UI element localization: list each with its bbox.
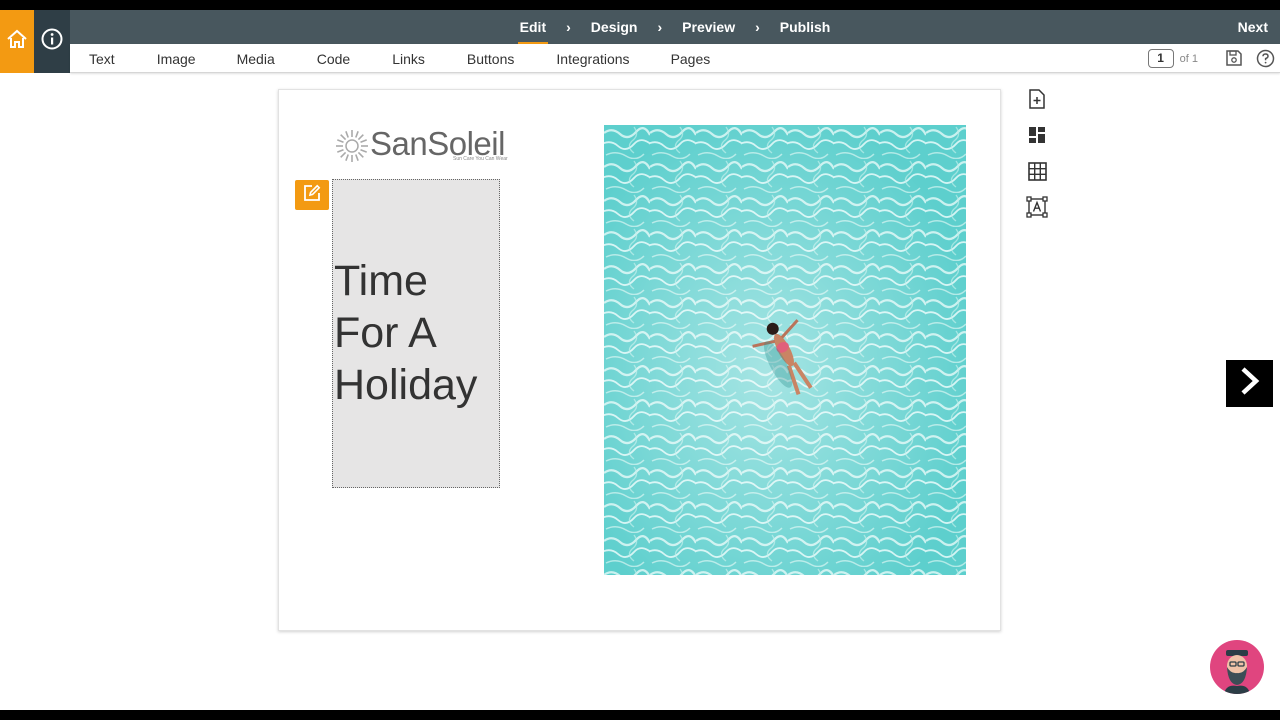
tool-image[interactable]: Image	[157, 51, 196, 67]
edit-text-button[interactable]	[295, 180, 329, 210]
steps: Edit › Design › Preview › Publish	[70, 10, 1280, 46]
tool-links[interactable]: Links	[392, 51, 425, 67]
app-window: Edit › Design › Preview › Publish Next T…	[0, 10, 1280, 710]
logo-tagline: Sun Care You Can Wear	[453, 156, 508, 162]
step-navigation-bar: Edit › Design › Preview › Publish Next	[70, 10, 1280, 46]
page-number-input[interactable]: 1	[1147, 49, 1174, 68]
support-avatar[interactable]	[1210, 640, 1264, 694]
info-button[interactable]	[34, 10, 70, 73]
next-button[interactable]: Next	[1238, 19, 1268, 35]
tool-buttons[interactable]: Buttons	[467, 51, 514, 67]
page-count-label: of 1	[1179, 52, 1198, 65]
canvas-page[interactable]: SanSoleil Sun Care You Can Wear Time For…	[278, 89, 1001, 631]
step-design[interactable]: Design	[589, 19, 640, 35]
blocks-icon[interactable]	[1026, 124, 1048, 146]
headline-line: For A	[334, 309, 437, 357]
headline-text-block[interactable]: Time For A Holiday	[332, 179, 500, 488]
step-separator: ›	[657, 19, 663, 35]
headline-line: Holiday	[334, 361, 478, 409]
text-frame-icon[interactable]	[1026, 196, 1048, 218]
grid-icon[interactable]	[1026, 160, 1048, 182]
chevron-right-icon	[1239, 366, 1261, 401]
page-control: 1 of 1	[1147, 49, 1198, 68]
next-page-button[interactable]	[1226, 360, 1273, 407]
toolbar: Text Image Media Code Links Buttons Inte…	[70, 44, 1280, 73]
step-separator: ›	[755, 19, 760, 35]
home-icon	[6, 29, 28, 54]
step-edit[interactable]: Edit	[517, 19, 549, 46]
tool-code[interactable]: Code	[317, 51, 350, 67]
hero-image[interactable]	[604, 125, 966, 575]
help-icon[interactable]	[1256, 49, 1275, 73]
home-button[interactable]	[0, 10, 34, 73]
add-page-icon[interactable]	[1026, 88, 1048, 110]
tool-pages[interactable]: Pages	[671, 51, 711, 67]
step-preview[interactable]: Preview	[680, 19, 737, 35]
save-icon[interactable]	[1225, 49, 1243, 72]
sun-logo-icon	[336, 130, 368, 162]
tool-menu: Text Image Media Code Links Buttons Inte…	[89, 44, 710, 73]
pool-swimmer-image	[604, 125, 966, 575]
tool-media[interactable]: Media	[237, 51, 275, 67]
headline: Time For A Holiday	[333, 255, 477, 411]
info-icon	[41, 28, 63, 55]
side-tools-panel	[1026, 88, 1048, 232]
edit-icon	[302, 183, 322, 208]
headline-line: Time	[334, 257, 428, 305]
bearded-man-avatar-icon	[1224, 650, 1250, 694]
step-separator: ›	[566, 19, 571, 35]
brand-logo[interactable]: SanSoleil Sun Care You Can Wear	[335, 125, 515, 166]
tool-text[interactable]: Text	[89, 51, 115, 67]
tool-integrations[interactable]: Integrations	[556, 51, 629, 67]
step-publish[interactable]: Publish	[778, 19, 833, 35]
